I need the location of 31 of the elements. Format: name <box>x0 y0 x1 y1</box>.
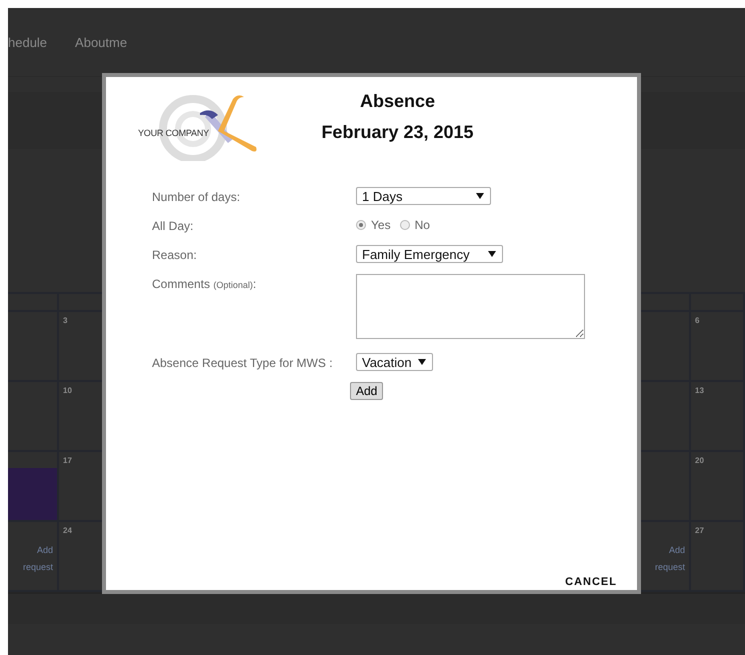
nav-link[interactable]: Aboutme <box>75 34 128 50</box>
day-number: 20 <box>695 456 704 464</box>
dialog-title: Absence <box>360 91 436 112</box>
day-number: 24 <box>63 526 72 534</box>
logo-text: YOUR COMPANY <box>138 128 209 138</box>
day-number: 6 <box>695 316 700 324</box>
comments-field[interactable] <box>356 274 585 339</box>
caret-icon <box>418 359 426 365</box>
add-button[interactable]: Add <box>350 382 384 400</box>
day-number: 27 <box>695 526 704 534</box>
dialog-date: February 23, 2015 <box>321 122 474 143</box>
dropdown[interactable]: 1 Days <box>356 187 491 205</box>
field-label: Reason: <box>152 247 198 262</box>
day-number: 10 <box>63 386 72 394</box>
day-number: 17 <box>63 456 72 464</box>
radio-button[interactable] <box>356 220 366 230</box>
radio-button[interactable] <box>400 220 410 230</box>
radio-label: No <box>414 218 430 232</box>
day-number: 3 <box>63 316 68 324</box>
caret-icon <box>488 251 496 257</box>
dropdown[interactable]: Family Emergency <box>356 245 503 263</box>
field-label: Number of days: <box>152 189 242 204</box>
cancel-link[interactable]: CANCEL <box>565 576 617 588</box>
field-label: Absence Request Type for MWS : <box>152 355 334 370</box>
dropdown[interactable]: Vacation <box>356 353 433 371</box>
caret-icon <box>476 193 484 199</box>
day-number: 13 <box>695 386 704 394</box>
field-label: Comments (Optional): <box>152 276 258 291</box>
nav-link[interactable]: hedule <box>8 34 48 50</box>
radio-label: Yes <box>371 218 391 232</box>
field-label: All Day: <box>152 218 194 233</box>
